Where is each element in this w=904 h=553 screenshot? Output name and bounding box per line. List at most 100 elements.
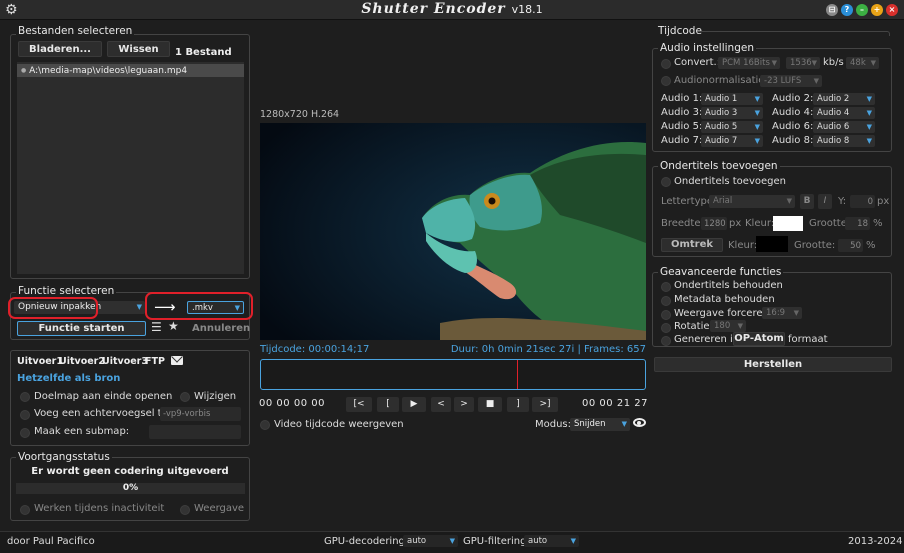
width-input[interactable]: 1280 [701, 217, 727, 230]
audio-track-select-5[interactable]: Audio 5 ▼ [701, 121, 763, 133]
normalize-radio[interactable] [661, 76, 671, 86]
outline-button[interactable]: Omtrek [661, 238, 723, 252]
outline-color-label: Kleur: [728, 240, 758, 251]
gpu-filtering-select[interactable]: auto ▼ [524, 535, 579, 547]
tc-in-seconds[interactable]: 00 [294, 398, 308, 409]
y-input[interactable]: 0 [850, 195, 875, 208]
audio-track-select-3[interactable]: Audio 3 ▼ [701, 107, 763, 119]
generate-radio[interactable] [661, 336, 671, 346]
keep-subtitles-radio[interactable] [661, 282, 671, 292]
clear-button[interactable]: Wissen [107, 41, 170, 57]
force-ratio-radio[interactable] [661, 310, 671, 320]
play-button[interactable]: ▶ [402, 397, 426, 412]
playhead[interactable] [517, 360, 519, 389]
bitrate-unit: kb/s [823, 57, 844, 68]
go-to-start-button[interactable]: [< [346, 397, 372, 412]
chevron-down-icon: ▼ [754, 95, 760, 103]
open-folder-radio[interactable] [20, 392, 30, 402]
tc-in-frames[interactable]: 00 [311, 398, 325, 409]
help-icon[interactable]: ? [841, 4, 853, 16]
tab-ftp[interactable]: FTP [145, 356, 165, 367]
menu-icon[interactable]: ☰ [151, 320, 162, 334]
audio-track-select-8[interactable]: Audio 8 ▼ [813, 135, 875, 147]
gpu-decoding-select[interactable]: auto ▼ [403, 535, 458, 547]
tc-out-frames[interactable]: 27 [634, 398, 648, 409]
tc-out-seconds[interactable]: 21 [617, 398, 631, 409]
tc-in-minutes[interactable]: 00 [276, 398, 290, 409]
convert-radio[interactable] [661, 59, 671, 69]
font-color-swatch[interactable] [773, 216, 803, 231]
rotate-radio[interactable] [661, 323, 671, 333]
start-function-button[interactable]: Functie starten [17, 321, 146, 336]
display-radio[interactable] [180, 505, 190, 515]
audio-bitrate-select[interactable]: 1536 ▼ [786, 57, 820, 69]
tc-out-hours[interactable]: 00 [582, 398, 596, 409]
chevron-down-icon: ▼ [786, 197, 792, 205]
same-as-source-label[interactable]: Hetzelfde als bron [17, 373, 120, 384]
outline-color-swatch[interactable] [756, 236, 788, 252]
audio-track-select-7[interactable]: Audio 7 ▼ [701, 135, 763, 147]
tab-output3[interactable]: Uitvoer3 [102, 356, 148, 367]
size-input[interactable]: 18 [845, 217, 870, 230]
star-icon[interactable]: ★ [168, 319, 179, 333]
file-list-item[interactable]: ● A:\media-map\videos\leguaan.mp4 [17, 64, 244, 77]
tab-output2[interactable]: Uitvoer2 [59, 356, 105, 367]
timecode-readout: Tijdcode: 00:00:14;17 [260, 344, 370, 355]
previous-frame-button[interactable]: < [431, 397, 451, 412]
eye-icon[interactable] [633, 418, 646, 427]
italic-button[interactable]: I [818, 194, 832, 209]
video-preview[interactable] [260, 123, 646, 340]
audio-track-select-2[interactable]: Audio 2 ▼ [813, 93, 875, 105]
mark-in-button[interactable]: [ [377, 397, 399, 412]
tc-out-minutes[interactable]: 00 [599, 398, 613, 409]
mode-label: Modus: [535, 419, 572, 430]
gpu-decoding-label: GPU-decodering: [324, 536, 409, 547]
normalize-label: Audionormalisatie: [674, 75, 768, 86]
browse-button[interactable]: Bladeren... [18, 41, 102, 57]
cancel-button[interactable]: Annuleren [192, 323, 250, 334]
sample-rate-select[interactable]: 48k ▼ [846, 57, 879, 69]
lufs-select[interactable]: -23 LUFS ▼ [760, 75, 822, 87]
bold-button[interactable]: B [800, 194, 814, 209]
suffix-radio[interactable] [20, 410, 30, 420]
file-count: 1 Bestand [175, 47, 232, 58]
minimize-icon[interactable]: – [856, 4, 868, 16]
stop-button[interactable]: ■ [478, 397, 502, 412]
op-atom-button[interactable]: OP-Atom [733, 332, 785, 346]
suffix-input[interactable]: -vp9-vorbis [160, 407, 241, 421]
go-to-end-button[interactable]: >] [532, 397, 558, 412]
app-version: v18.1 [511, 3, 543, 16]
audio-track-select-6[interactable]: Audio 6 ▼ [813, 121, 875, 133]
outline-size-input[interactable]: 50 [838, 239, 863, 252]
show-timecode-radio[interactable] [260, 420, 270, 430]
keep-metadata-radio[interactable] [661, 296, 671, 306]
tc-in-hours[interactable]: 00 [259, 398, 273, 409]
subfolder-input[interactable] [149, 425, 241, 439]
timecode-out[interactable]: 00 00 21 27 [582, 398, 648, 409]
audio-track-select-4[interactable]: Audio 4 ▼ [813, 107, 875, 119]
replace-radio[interactable] [180, 392, 190, 402]
file-list[interactable] [17, 62, 244, 274]
audio-codec-select[interactable]: PCM 16Bits ▼ [718, 57, 780, 69]
rotate-select[interactable]: 180 ▼ [710, 320, 746, 332]
highlight-ring-function [8, 297, 98, 319]
ratio-select[interactable]: 16:9 ▼ [762, 307, 802, 319]
mail-icon[interactable] [171, 351, 183, 365]
next-frame-button[interactable]: > [454, 397, 474, 412]
timeline[interactable] [260, 359, 646, 390]
maximize-icon[interactable]: + [871, 4, 883, 16]
close-icon[interactable]: × [886, 4, 898, 16]
tab-output1[interactable]: Uitvoer1 [17, 356, 63, 367]
audio-track-select-1[interactable]: Audio 1 ▼ [701, 93, 763, 105]
subfolder-radio[interactable] [20, 428, 30, 438]
reset-button[interactable]: Herstellen [654, 357, 892, 372]
idle-work-radio[interactable] [20, 505, 30, 515]
minimize-tray-icon[interactable]: ⊟ [826, 4, 838, 16]
mode-select[interactable]: Snijden ▼ [570, 418, 630, 431]
add-subtitles-radio[interactable] [661, 177, 671, 187]
mark-out-button[interactable]: ] [507, 397, 529, 412]
font-select[interactable]: Arial ▼ [709, 195, 795, 208]
convert-label: Convert.: [674, 57, 721, 68]
timecode-in[interactable]: 00 00 00 00 [259, 398, 325, 409]
audio-track-label-4: Audio 4: [772, 107, 814, 118]
